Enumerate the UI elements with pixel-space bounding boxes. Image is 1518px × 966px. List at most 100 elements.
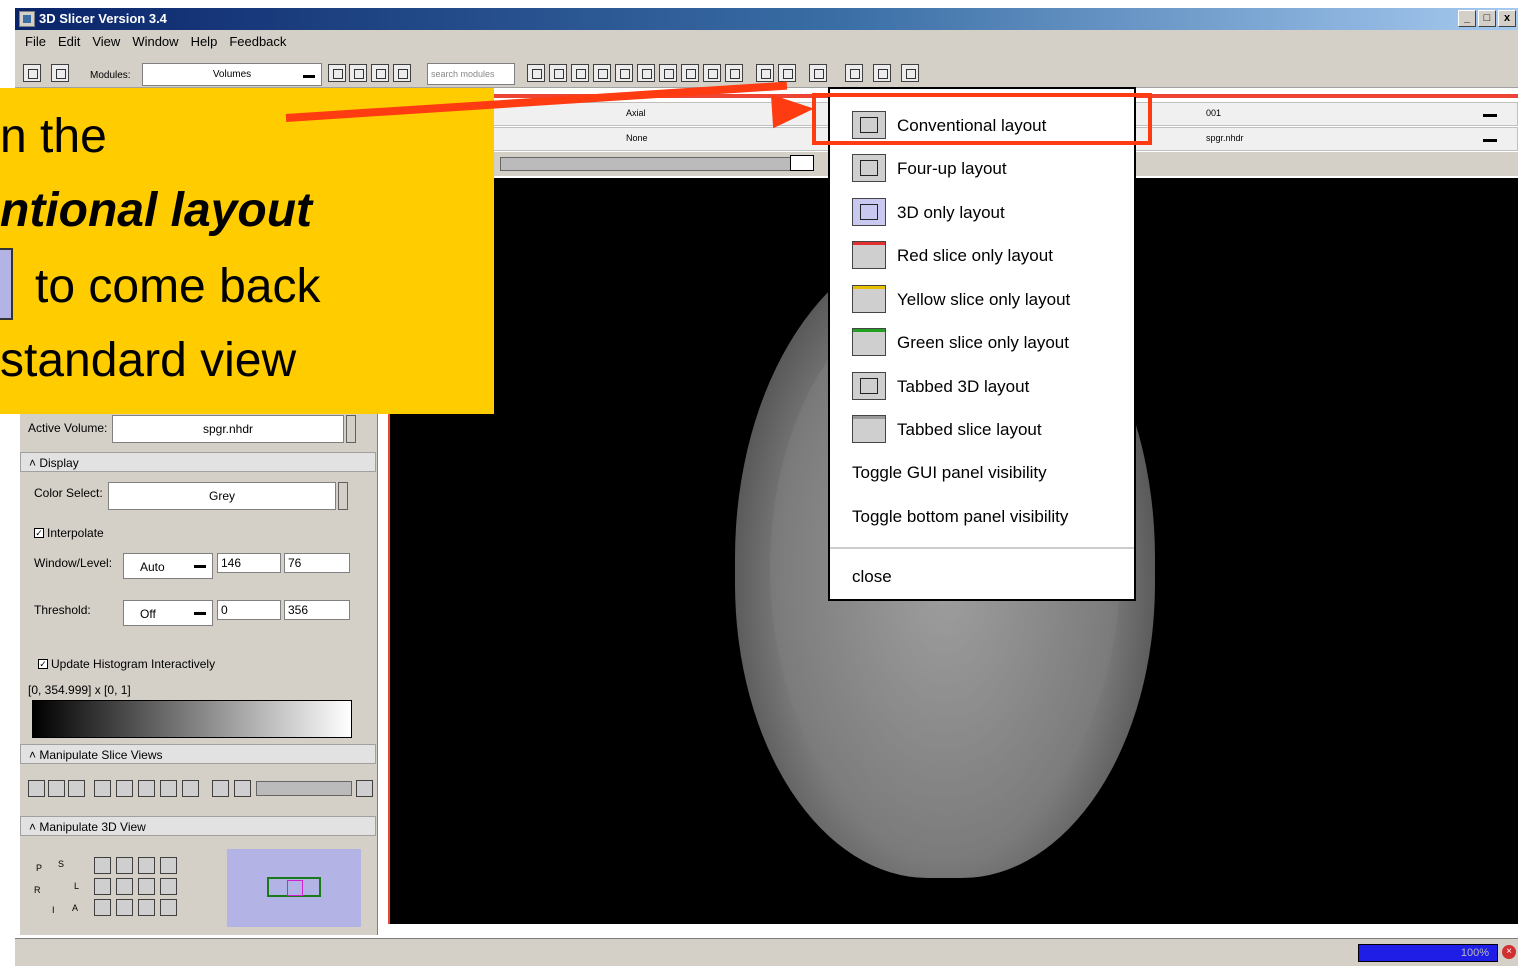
undo-icon[interactable]	[756, 64, 774, 82]
menu-edit[interactable]: Edit	[58, 34, 80, 49]
redo-icon[interactable]	[778, 64, 796, 82]
minimize-button[interactable]: _	[1458, 10, 1476, 27]
menu-file[interactable]: File	[25, 34, 46, 49]
view-tool-1-icon[interactable]	[527, 64, 545, 82]
threshold-min-input[interactable]: 0	[217, 600, 281, 620]
slice-background[interactable]: spgr.nhdr	[1206, 133, 1244, 143]
modules-select[interactable]: Volumes	[142, 63, 322, 86]
3d-view-tool-1-icon[interactable]	[94, 857, 111, 874]
menu-item-yellow-slice-layout[interactable]: Yellow slice only layout	[830, 279, 1134, 319]
slice-orientation[interactable]: Axial	[626, 108, 646, 118]
3d-navigation-preview[interactable]	[227, 849, 361, 927]
3d-view-tool-11-icon[interactable]	[160, 899, 177, 916]
layout-menu-icon[interactable]	[809, 64, 827, 82]
update-histogram-checkbox[interactable]: ✓	[38, 659, 48, 669]
view-tool-3-icon[interactable]	[571, 64, 589, 82]
3d-view-tool-3-icon[interactable]	[138, 857, 155, 874]
module-settings-icon[interactable]	[393, 64, 411, 82]
slice-foreground[interactable]: None	[626, 133, 648, 143]
slice-view-tool-1-icon[interactable]	[28, 780, 45, 797]
color-select-spinner[interactable]	[338, 482, 348, 510]
menu-item-toggle-bottom-panel[interactable]: Toggle bottom panel visibility	[830, 496, 1134, 536]
3d-view-tool-5-icon[interactable]	[116, 878, 133, 895]
slice-view-tool-4-icon[interactable]	[94, 780, 111, 797]
dropdown-arrow-icon[interactable]	[1483, 139, 1497, 142]
3d-view-tool-6-icon[interactable]	[138, 878, 155, 895]
interpolate-label: Interpolate	[47, 526, 104, 540]
module-back-icon[interactable]	[328, 64, 346, 82]
window-input[interactable]: 146	[217, 553, 281, 573]
histogram-plot[interactable]	[32, 700, 352, 738]
close-window-button[interactable]: x	[1498, 10, 1516, 27]
menu-item-red-slice-layout[interactable]: Red slice only layout	[830, 235, 1134, 275]
interpolate-checkbox[interactable]: ✓	[34, 528, 44, 538]
search-modules-input[interactable]: search modules	[427, 63, 515, 85]
view-tool-6-icon[interactable]	[637, 64, 655, 82]
active-volume-spinner[interactable]	[346, 415, 356, 443]
view-tool-2-icon[interactable]	[549, 64, 567, 82]
view-tool-5-icon[interactable]	[615, 64, 633, 82]
menu-help[interactable]: Help	[191, 34, 218, 49]
menu-feedback[interactable]: Feedback	[229, 34, 286, 49]
callout-line-2: ntional layout	[0, 184, 312, 237]
slice-view-tool-5-icon[interactable]	[116, 780, 133, 797]
menu-item-green-slice-layout[interactable]: Green slice only layout	[830, 322, 1134, 362]
display-section-header[interactable]: ˄ Display	[20, 452, 376, 472]
module-forward-icon[interactable]	[349, 64, 367, 82]
window-level-mode-select[interactable]: Auto	[123, 553, 213, 579]
3d-view-tool-9-icon[interactable]	[116, 899, 133, 916]
load-scene-icon[interactable]	[23, 64, 41, 82]
highlight-box	[812, 93, 1152, 145]
menu-item-four-up-layout[interactable]: Four-up layout	[830, 148, 1134, 188]
slider-knob[interactable]	[790, 155, 814, 171]
modules-selected-value: Volumes	[212, 69, 252, 80]
slice-view-tool-9-icon[interactable]	[212, 780, 229, 797]
save-scene-icon[interactable]	[51, 64, 69, 82]
view-tool-8-icon[interactable]	[681, 64, 699, 82]
manipulate-3d-view-header[interactable]: ˄ Manipulate 3D View	[20, 816, 376, 836]
fiducial-pick-icon[interactable]	[873, 64, 891, 82]
slice-view-tool-6-icon[interactable]	[138, 780, 155, 797]
slice-view-tool-8-icon[interactable]	[182, 780, 199, 797]
menu-item-tabbed-3d-layout[interactable]: Tabbed 3D layout	[830, 366, 1134, 406]
threshold-max-input[interactable]: 356	[284, 600, 350, 620]
cancel-icon[interactable]: ×	[1502, 945, 1516, 959]
slice-view-slider[interactable]	[256, 781, 352, 796]
slice-view-tool-2-icon[interactable]	[48, 780, 65, 797]
menu-view[interactable]: View	[92, 34, 120, 49]
3d-view-tool-8-icon[interactable]	[94, 899, 111, 916]
3d-view-tool-4-icon[interactable]	[94, 878, 111, 895]
slice-view-tool-7-icon[interactable]	[160, 780, 177, 797]
3d-orientation-widget[interactable]: P S L R I A	[28, 845, 94, 917]
menu-item-3d-only-layout[interactable]: 3D only layout	[830, 192, 1134, 232]
view-tool-7-icon[interactable]	[659, 64, 677, 82]
slice-view-tool-3-icon[interactable]	[68, 780, 85, 797]
zoom-icon[interactable]	[160, 857, 177, 874]
refresh-icon[interactable]	[901, 64, 919, 82]
threshold-mode-select[interactable]: Off	[123, 600, 213, 626]
window-title: 3D Slicer Version 3.4	[39, 11, 167, 26]
view-tool-9-icon[interactable]	[703, 64, 721, 82]
menu-item-close[interactable]: close	[830, 556, 1134, 596]
menu-item-tabbed-slice-layout[interactable]: Tabbed slice layout	[830, 409, 1134, 449]
active-volume-select[interactable]: spgr.nhdr	[112, 415, 344, 443]
slice-view-tool-10-icon[interactable]	[234, 780, 251, 797]
3d-view-tool-10-icon[interactable]	[138, 899, 155, 916]
3d-view-tool-2-icon[interactable]	[116, 857, 133, 874]
dropdown-arrow-icon[interactable]	[1483, 114, 1497, 117]
threshold-mode: Off	[140, 607, 156, 621]
fiducial-place-icon[interactable]	[845, 64, 863, 82]
maximize-button[interactable]: □	[1478, 10, 1496, 27]
color-select-field[interactable]: Grey	[108, 482, 336, 510]
menu-window[interactable]: Window	[132, 34, 178, 49]
3d-view-tool-7-icon[interactable]	[160, 878, 177, 895]
view-tool-4-icon[interactable]	[593, 64, 611, 82]
module-list-icon[interactable]	[371, 64, 389, 82]
slice-value[interactable]: 001	[1206, 108, 1221, 118]
menu-item-toggle-gui-panel[interactable]: Toggle GUI panel visibility	[830, 452, 1134, 492]
manipulate-slice-views-header[interactable]: ˄ Manipulate Slice Views	[20, 744, 376, 764]
view-tool-10-icon[interactable]	[725, 64, 743, 82]
slice-view-tool-11-icon[interactable]	[356, 780, 373, 797]
menu-item-label: 3D only layout	[897, 203, 1005, 222]
level-input[interactable]: 76	[284, 553, 350, 573]
